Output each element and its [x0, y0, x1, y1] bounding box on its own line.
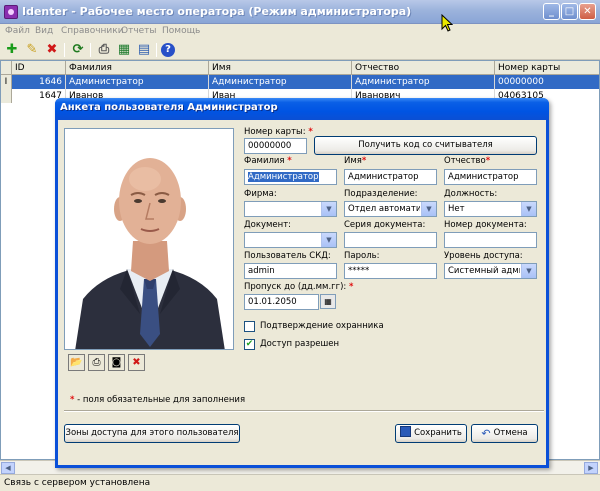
scroll-left-icon[interactable]: ◀: [1, 462, 15, 474]
position-label: Должность:: [444, 189, 498, 199]
cell-id: 1646: [12, 75, 66, 89]
print-icon[interactable]: ⎙: [96, 42, 112, 58]
access-zones-button[interactable]: Зоны доступа для этого пользователя: [64, 424, 240, 443]
menu-help[interactable]: Помощь: [162, 26, 200, 36]
middle-name-label: Отчество*: [444, 156, 491, 166]
main-titlebar[interactable]: Identer - Рабочее место оператора (Режим…: [0, 0, 600, 24]
doc-number-label: Номер документа:: [444, 220, 527, 230]
password-input[interactable]: *****: [344, 263, 437, 279]
user-profile-dialog: Анкета пользователя Администратор 📂 ⎙ ◙ …: [55, 98, 549, 468]
position-select[interactable]: Нет ▼: [444, 201, 537, 217]
window-title: Identer - Рабочее место оператора (Режим…: [22, 5, 412, 18]
middle-name-input[interactable]: Администратор: [444, 169, 537, 185]
doc-number-input[interactable]: [444, 232, 537, 248]
doc-series-label: Серия документа:: [344, 220, 426, 230]
header-middle-name[interactable]: Отчество: [352, 61, 495, 75]
cancel-button[interactable]: ↶ Отмена: [471, 424, 538, 443]
first-name-input[interactable]: Администратор: [344, 169, 437, 185]
status-text: Связь с сервером установлена: [4, 478, 151, 488]
user-photo: [64, 128, 234, 350]
close-button[interactable]: ✕: [579, 3, 596, 20]
cell-middle-name: Администратор: [352, 75, 495, 89]
table-row[interactable]: I 1646 Администратор Администратор Админ…: [1, 75, 599, 89]
required-note: * - поля обязательные для заполнения: [70, 395, 246, 405]
pass-until-label: Пропуск до (дд.мм.гг): *: [244, 282, 354, 292]
company-select[interactable]: ▼: [244, 201, 337, 217]
calendar-icon[interactable]: ▦: [320, 294, 336, 309]
access-level-label: Уровень доступа:: [444, 251, 523, 261]
first-name-label: Имя*: [344, 156, 367, 166]
undo-icon: ↶: [481, 427, 491, 440]
maximize-button[interactable]: □: [561, 3, 578, 20]
edit-icon[interactable]: ✎: [24, 42, 40, 58]
menu-reports[interactable]: Отчеты: [121, 26, 157, 36]
toolbar-separator: [156, 43, 157, 57]
chevron-down-icon[interactable]: ▼: [321, 202, 336, 216]
excel-icon[interactable]: ▦: [116, 42, 132, 58]
person-photo-illustration: [65, 129, 233, 349]
document-icon[interactable]: ▤: [136, 42, 152, 58]
save-button[interactable]: Сохранить: [395, 424, 467, 443]
doc-series-input[interactable]: [344, 232, 437, 248]
chevron-down-icon[interactable]: ▼: [421, 202, 436, 216]
last-name-label: Фамилия *: [244, 156, 292, 166]
menu-bar: Файл Вид Справочники Отчеты Помощь: [0, 24, 600, 40]
toolbar-separator: [64, 43, 65, 57]
delete-icon[interactable]: ✖: [44, 42, 60, 58]
refresh-icon[interactable]: ⟳: [70, 42, 86, 58]
header-last-name[interactable]: Фамилия: [66, 61, 209, 75]
chevron-down-icon[interactable]: ▼: [521, 264, 536, 278]
dialog-titlebar[interactable]: Анкета пользователя Администратор: [55, 98, 549, 120]
delete-photo-icon[interactable]: ✖: [128, 354, 145, 371]
status-bar: Связь с сервером установлена: [0, 474, 600, 491]
minimize-button[interactable]: _: [543, 3, 560, 20]
access-allowed-label: Доступ разрешен: [260, 339, 340, 349]
read-card-button[interactable]: Получить код со считывателя: [314, 136, 537, 155]
cell-card-number: 00000000: [495, 75, 599, 89]
toolbar-separator: [90, 43, 91, 57]
chevron-down-icon[interactable]: ▼: [521, 202, 536, 216]
header-id[interactable]: ID: [12, 61, 66, 75]
last-name-input[interactable]: Администратор: [244, 169, 337, 185]
mouse-cursor-icon: [441, 14, 453, 32]
camera-icon[interactable]: ◙: [108, 354, 125, 371]
help-icon[interactable]: ?: [161, 43, 175, 57]
department-select[interactable]: Отдел автоматиза▼: [344, 201, 437, 217]
guard-confirm-label: Подтверждение охранника: [260, 321, 384, 331]
add-icon[interactable]: ✚: [4, 42, 20, 58]
access-allowed-checkbox[interactable]: ✔: [244, 339, 255, 350]
document-select[interactable]: ▼: [244, 232, 337, 248]
header-first-name[interactable]: Имя: [209, 61, 352, 75]
open-folder-icon[interactable]: 📂: [68, 354, 85, 371]
dialog-title: Анкета пользователя Администратор: [60, 102, 278, 113]
skd-user-input[interactable]: admin: [244, 263, 337, 279]
company-label: Фирма:: [244, 189, 277, 199]
scroll-right-icon[interactable]: ▶: [584, 462, 598, 474]
header-card-number[interactable]: Номер карты: [495, 61, 599, 75]
document-label: Документ:: [244, 220, 292, 230]
card-number-label: Номер карты: *: [244, 127, 313, 137]
cell-first-name: Администратор: [209, 75, 352, 89]
scanner-icon[interactable]: ⎙: [88, 354, 105, 371]
toolbar: ✚ ✎ ✖ ⟳ ⎙ ▦ ▤ ?: [0, 40, 600, 60]
menu-file[interactable]: Файл: [5, 26, 30, 36]
header-indicator: [1, 61, 12, 75]
chevron-down-icon[interactable]: ▼: [321, 233, 336, 247]
floppy-disk-icon: [400, 426, 412, 437]
card-number-input[interactable]: 00000000: [244, 138, 307, 154]
menu-view[interactable]: Вид: [35, 26, 53, 36]
divider: [64, 410, 544, 412]
app-icon: [4, 5, 18, 19]
row-indicator: [1, 89, 12, 103]
cell-last-name: Администратор: [66, 75, 209, 89]
menu-directories[interactable]: Справочники: [61, 26, 124, 36]
skd-user-label: Пользователь СКД:: [244, 251, 331, 261]
password-label: Пароль:: [344, 251, 380, 261]
row-indicator: I: [1, 75, 12, 89]
access-level-select[interactable]: Системный админ▼: [444, 263, 537, 279]
department-label: Подразделение:: [344, 189, 418, 199]
guard-confirm-checkbox[interactable]: [244, 321, 255, 332]
grid-header: ID Фамилия Имя Отчество Номер карты: [1, 61, 599, 75]
pass-until-input[interactable]: 01.01.2050: [244, 294, 319, 310]
